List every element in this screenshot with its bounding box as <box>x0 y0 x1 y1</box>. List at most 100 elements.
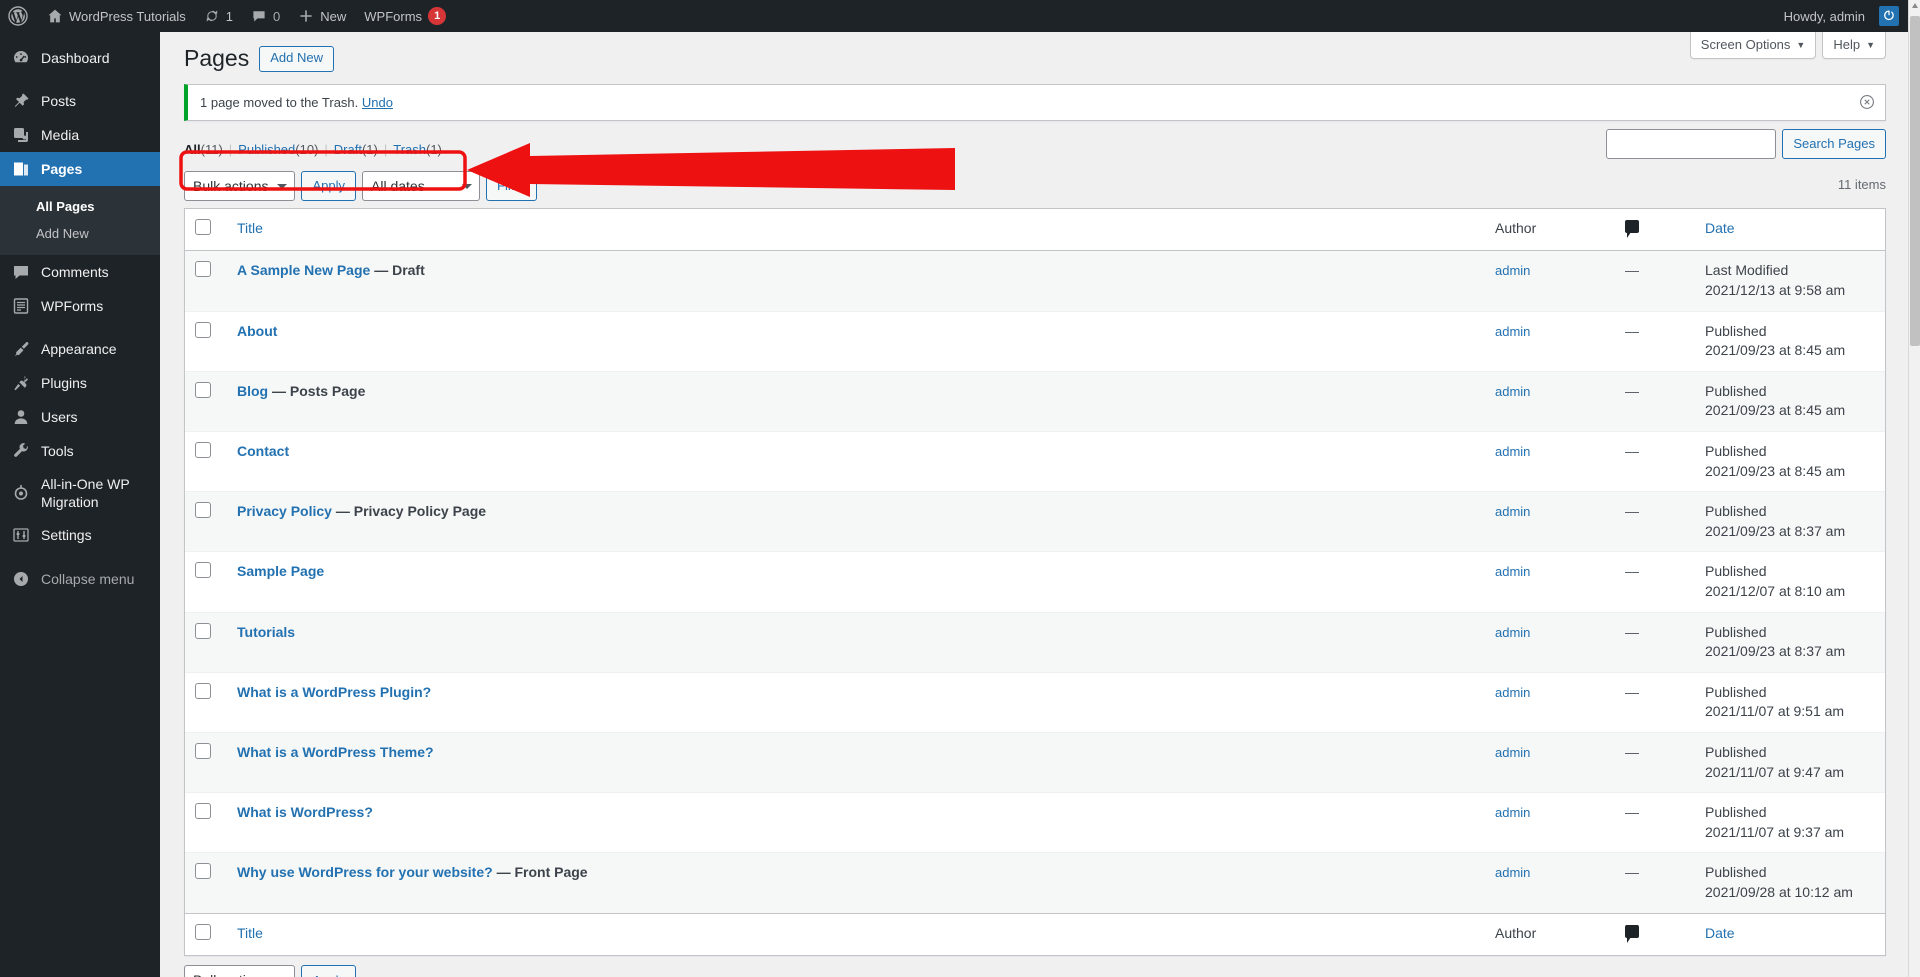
comment-bubble-icon[interactable] <box>1625 924 1639 943</box>
author-link[interactable]: admin <box>1495 564 1530 579</box>
bulk-actions-select[interactable]: Bulk actions <box>184 170 296 201</box>
scrollbar-thumb[interactable] <box>1910 16 1920 346</box>
comments-menu[interactable]: 0 <box>242 0 289 32</box>
sort-by-date-link[interactable]: Date <box>1705 220 1735 236</box>
table-row[interactable]: Privacy Policy — Privacy Policy Page admi… <box>185 492 1885 553</box>
row-checkbox[interactable] <box>195 803 211 820</box>
column-footer-date: Date <box>1695 912 1885 956</box>
table-row[interactable]: Tutorials admin — Published 2021/09/23 at 8:… <box>185 612 1885 673</box>
author-link[interactable]: admin <box>1495 263 1530 278</box>
row-checkbox[interactable] <box>195 622 211 639</box>
select-all-checkbox-footer[interactable] <box>195 923 211 940</box>
page-title-link[interactable]: Contact <box>237 443 289 459</box>
table-row[interactable]: What is WordPress? admin — Published 2021/11… <box>185 793 1885 854</box>
screen-options-button[interactable]: Screen Options ▼ <box>1689 32 1817 59</box>
sidebar-item-add-new-page[interactable]: Add New <box>0 220 160 247</box>
table-row[interactable]: About admin — Published 2021/09/23 at 8:45 a… <box>185 312 1885 372</box>
sidebar-item-media[interactable]: Media <box>0 118 160 152</box>
search-pages-button[interactable]: Search Pages <box>1782 128 1886 159</box>
table-row[interactable]: A Sample New Page — Draft admin — Last Modi… <box>185 251 1885 312</box>
page-title-link[interactable]: About <box>237 323 277 339</box>
collapse-menu-button[interactable]: Collapse menu <box>0 561 160 597</box>
sidebar-item-appearance[interactable]: Appearance <box>0 332 160 366</box>
page-title-link[interactable]: Tutorials <box>237 624 295 640</box>
page-title-link[interactable]: What is WordPress? <box>237 804 373 820</box>
table-row[interactable]: Sample Page admin — Published 2021/12/07 at … <box>185 552 1885 613</box>
undo-link[interactable]: Undo <box>362 95 393 110</box>
view-trash-link[interactable]: Trash <box>393 142 426 157</box>
help-button[interactable]: Help ▼ <box>1822 32 1886 59</box>
sidebar-item-comments[interactable]: Comments <box>0 255 160 289</box>
view-published-link[interactable]: Published <box>238 142 295 157</box>
my-account-menu[interactable]: Howdy, admin <box>1775 0 1908 32</box>
row-checkbox[interactable] <box>195 381 211 398</box>
select-all-checkbox[interactable] <box>195 218 211 235</box>
wpforms-menu[interactable]: WPForms 1 <box>355 0 455 32</box>
bulk-actions-select-bottom[interactable]: Bulk actions <box>184 965 296 977</box>
row-checkbox[interactable] <box>195 502 211 519</box>
scroll-up-arrow-icon[interactable] <box>1912 3 1918 8</box>
sort-by-date-link-footer[interactable]: Date <box>1705 925 1735 941</box>
table-row[interactable]: Contact admin — Published 2021/09/23 at 8:45… <box>185 432 1885 493</box>
sidebar-item-all-in-one-wp-migration[interactable]: All-in-One WP Migration <box>0 468 160 518</box>
sort-by-title-link-footer[interactable]: Title <box>237 925 263 941</box>
author-link[interactable]: admin <box>1495 324 1530 339</box>
new-content-menu[interactable]: New <box>289 0 355 32</box>
row-checkbox[interactable] <box>195 863 211 880</box>
search-input[interactable] <box>1606 128 1777 159</box>
table-row[interactable]: Why use WordPress for your website? — Fr… <box>185 853 1885 913</box>
page-scrollbar[interactable] <box>1908 0 1920 977</box>
table-row[interactable]: Blog — Posts Page admin — Published 2021/09/… <box>185 371 1885 433</box>
page-title-link[interactable]: Sample Page <box>237 563 324 579</box>
author-link[interactable]: admin <box>1495 444 1530 459</box>
dismiss-circle-icon[interactable] <box>1857 92 1877 112</box>
sidebar-item-posts[interactable]: Posts <box>0 84 160 118</box>
page-title-link[interactable]: Blog <box>237 383 268 399</box>
page-title-link[interactable]: Privacy Policy <box>237 503 332 519</box>
row-checkbox[interactable] <box>195 442 211 459</box>
author-link[interactable]: admin <box>1495 384 1530 399</box>
author-link[interactable]: admin <box>1495 805 1530 820</box>
sidebar-item-pages[interactable]: Pages <box>0 152 168 186</box>
date-value: 2021/09/23 at 8:37 am <box>1705 643 1846 660</box>
table-row[interactable]: What is a WordPress Theme? admin — Publishe… <box>185 732 1885 794</box>
sidebar-item-plugins[interactable]: Plugins <box>0 366 160 400</box>
site-name-menu[interactable]: WordPress Tutorials <box>38 0 195 32</box>
author-link[interactable]: admin <box>1495 745 1530 760</box>
row-checkbox[interactable] <box>195 261 211 278</box>
pages-icon <box>11 159 31 179</box>
sidebar-item-tools[interactable]: Tools <box>0 434 160 468</box>
row-comments-cell: — <box>1615 371 1695 433</box>
row-checkbox[interactable] <box>195 562 211 579</box>
new-content-label: New <box>320 8 347 24</box>
table-row[interactable]: What is a WordPress Plugin? admin — Publish… <box>185 673 1885 733</box>
apply-button[interactable]: Apply <box>301 170 357 201</box>
author-link[interactable]: admin <box>1495 865 1530 880</box>
sidebar-item-settings[interactable]: Settings <box>0 518 160 552</box>
page-title-link[interactable]: Why use WordPress for your website? <box>237 864 493 880</box>
add-new-page-button[interactable]: Add New <box>259 45 334 72</box>
sidebar-item-all-pages[interactable]: All Pages <box>0 193 160 220</box>
view-draft-link[interactable]: Draft <box>334 142 362 157</box>
filter-button[interactable]: Filter <box>486 170 537 201</box>
pages-table: Title Author Date A Sample New Page — Dr… <box>184 207 1886 957</box>
date-filter-select[interactable]: All dates <box>362 170 481 201</box>
page-title-link[interactable]: What is a WordPress Plugin? <box>237 684 431 700</box>
sidebar-item-wpforms[interactable]: WPForms <box>0 289 160 323</box>
sidebar-item-dashboard[interactable]: Dashboard <box>0 41 160 75</box>
author-link[interactable]: admin <box>1495 504 1530 519</box>
comment-bubble-icon[interactable] <box>1625 219 1639 238</box>
page-title-link[interactable]: A Sample New Page <box>237 262 370 278</box>
row-checkbox[interactable] <box>195 742 211 759</box>
author-link[interactable]: admin <box>1495 625 1530 640</box>
updates-menu[interactable]: 1 <box>195 0 242 32</box>
sort-by-title-link[interactable]: Title <box>237 220 263 236</box>
author-link[interactable]: admin <box>1495 685 1530 700</box>
apply-button-bottom[interactable]: Apply <box>301 965 357 977</box>
row-checkbox[interactable] <box>195 321 211 338</box>
sidebar-item-users[interactable]: Users <box>0 400 160 434</box>
row-checkbox[interactable] <box>195 682 211 699</box>
page-title-link[interactable]: What is a WordPress Theme? <box>237 744 434 760</box>
view-all-link[interactable]: All <box>184 142 201 157</box>
wordpress-logo-menu[interactable] <box>0 0 38 32</box>
